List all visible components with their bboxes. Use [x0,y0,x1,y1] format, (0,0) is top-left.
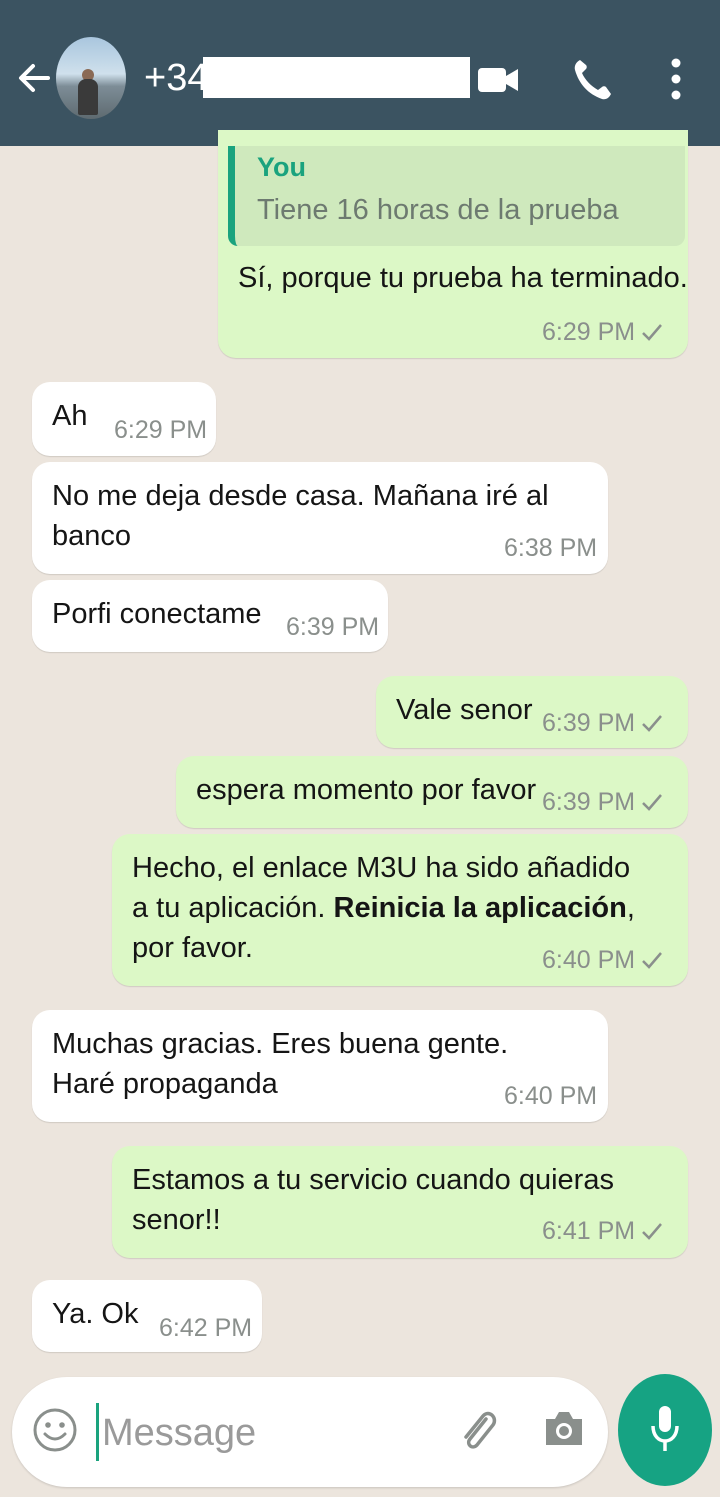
contact-name[interactable]: +34 [144,56,208,100]
emoji-icon[interactable] [32,1407,78,1453]
message-text: No me deja desde casa. Mañana iré al ban… [52,480,549,552]
message-time: 6:40 PM [542,946,663,975]
message-composer [12,1377,608,1487]
message-time: 6:38 PM [504,534,598,562]
message-text: Porfi conectame [52,598,262,630]
message-text: Vale senor [396,694,533,726]
redacted-number [203,57,470,98]
back-arrow-icon[interactable] [14,58,54,98]
message-time: 6:40 PM [504,1082,598,1110]
message-time: 6:41 PM [542,1217,663,1246]
camera-icon[interactable] [542,1407,586,1449]
message-text: Sí, porque tu prueba ha terminado. [238,262,688,294]
attach-icon[interactable] [456,1405,500,1457]
message-time: 6:29 PM [114,416,208,444]
message-input[interactable] [100,1401,434,1465]
text-caret [96,1403,99,1461]
avatar[interactable] [56,37,126,119]
chat-header: +34 [0,0,720,146]
check-icon [642,952,663,969]
quote-author: You [257,152,306,182]
quote-text: Tiene 16 horas de la prueba [257,194,619,226]
check-icon [642,1223,663,1240]
message-text: Muchas gracias. Eres buena gente. Haré p… [52,1028,509,1100]
voice-record-button[interactable] [618,1374,712,1486]
phone-icon[interactable] [572,56,612,102]
message-time: 6:42 PM [159,1314,253,1342]
check-icon [642,715,663,732]
message-text: Ya. Ok [52,1298,139,1330]
message-text: espera momento por favor [196,774,537,806]
check-icon [642,794,663,811]
more-vert-icon[interactable] [666,56,686,102]
mic-icon [651,1406,679,1451]
message-time: 6:39 PM [542,709,663,738]
quoted-message[interactable]: You Tiene 16 horas de la prueba [228,146,685,246]
message-time: 6:29 PM [542,318,663,347]
video-call-icon[interactable] [476,60,520,100]
message-time: 6:39 PM [286,613,380,641]
check-icon [642,324,663,341]
message-time: 6:39 PM [542,788,663,817]
message-text: Ah [52,400,88,432]
